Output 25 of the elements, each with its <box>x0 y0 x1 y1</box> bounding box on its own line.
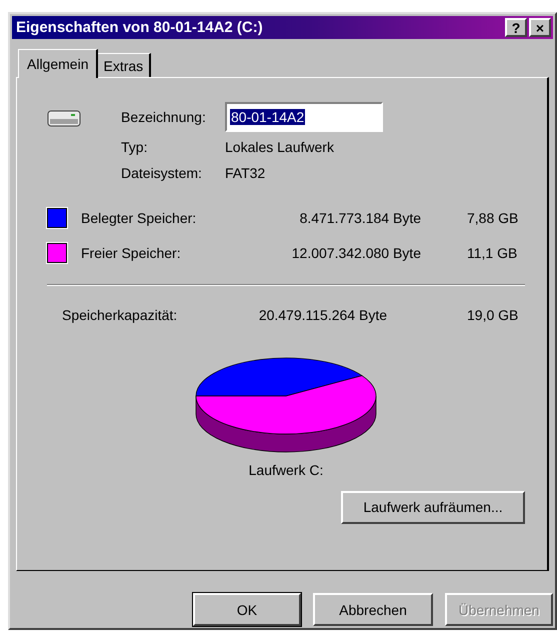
field-label: Bezeichnung: <box>121 109 207 126</box>
usage-size: 11,1 GB <box>467 244 518 261</box>
capacity-size: 19,0 GB <box>467 307 520 324</box>
tab[interactable]: Extras <box>96 53 152 78</box>
tab[interactable]: Allgemein <box>18 49 98 78</box>
usage-label: Belegter Speicher: <box>81 210 198 226</box>
dialog-button[interactable]: OK <box>193 593 301 626</box>
info-value: FAT32 <box>225 165 266 182</box>
window-title: Eigenschaften von 80-01-14A2 (C:) <box>16 19 263 36</box>
drive-caption: Laufwerk C: <box>248 462 324 478</box>
usage-label: Freier Speicher: <box>81 244 182 261</box>
close-button[interactable]: × <box>529 18 551 38</box>
usage-bytes: 8.471.773.184 Byte <box>298 210 421 226</box>
usage-bytes: 12.007.342.080 Byte <box>290 244 421 261</box>
info-label: Dateisystem: <box>121 165 203 182</box>
help-button[interactable]: ? <box>505 18 527 38</box>
capacity-bytes: 20.479.115.264 Byte <box>258 307 387 324</box>
info-value: Lokales Laufwerk <box>225 139 334 156</box>
cleanup-button[interactable]: Laufwerk aufräumen... <box>341 490 525 524</box>
hard-drive-icon <box>47 110 81 128</box>
usage-size: 7,88 GB <box>467 210 520 226</box>
input-field[interactable]: 80-01-14A2 <box>225 102 383 132</box>
capacity-label: Speicherkapazität: <box>62 307 178 324</box>
dialog-button[interactable]: Abbrechen <box>313 593 433 626</box>
info-label: Typ: <box>121 139 148 156</box>
